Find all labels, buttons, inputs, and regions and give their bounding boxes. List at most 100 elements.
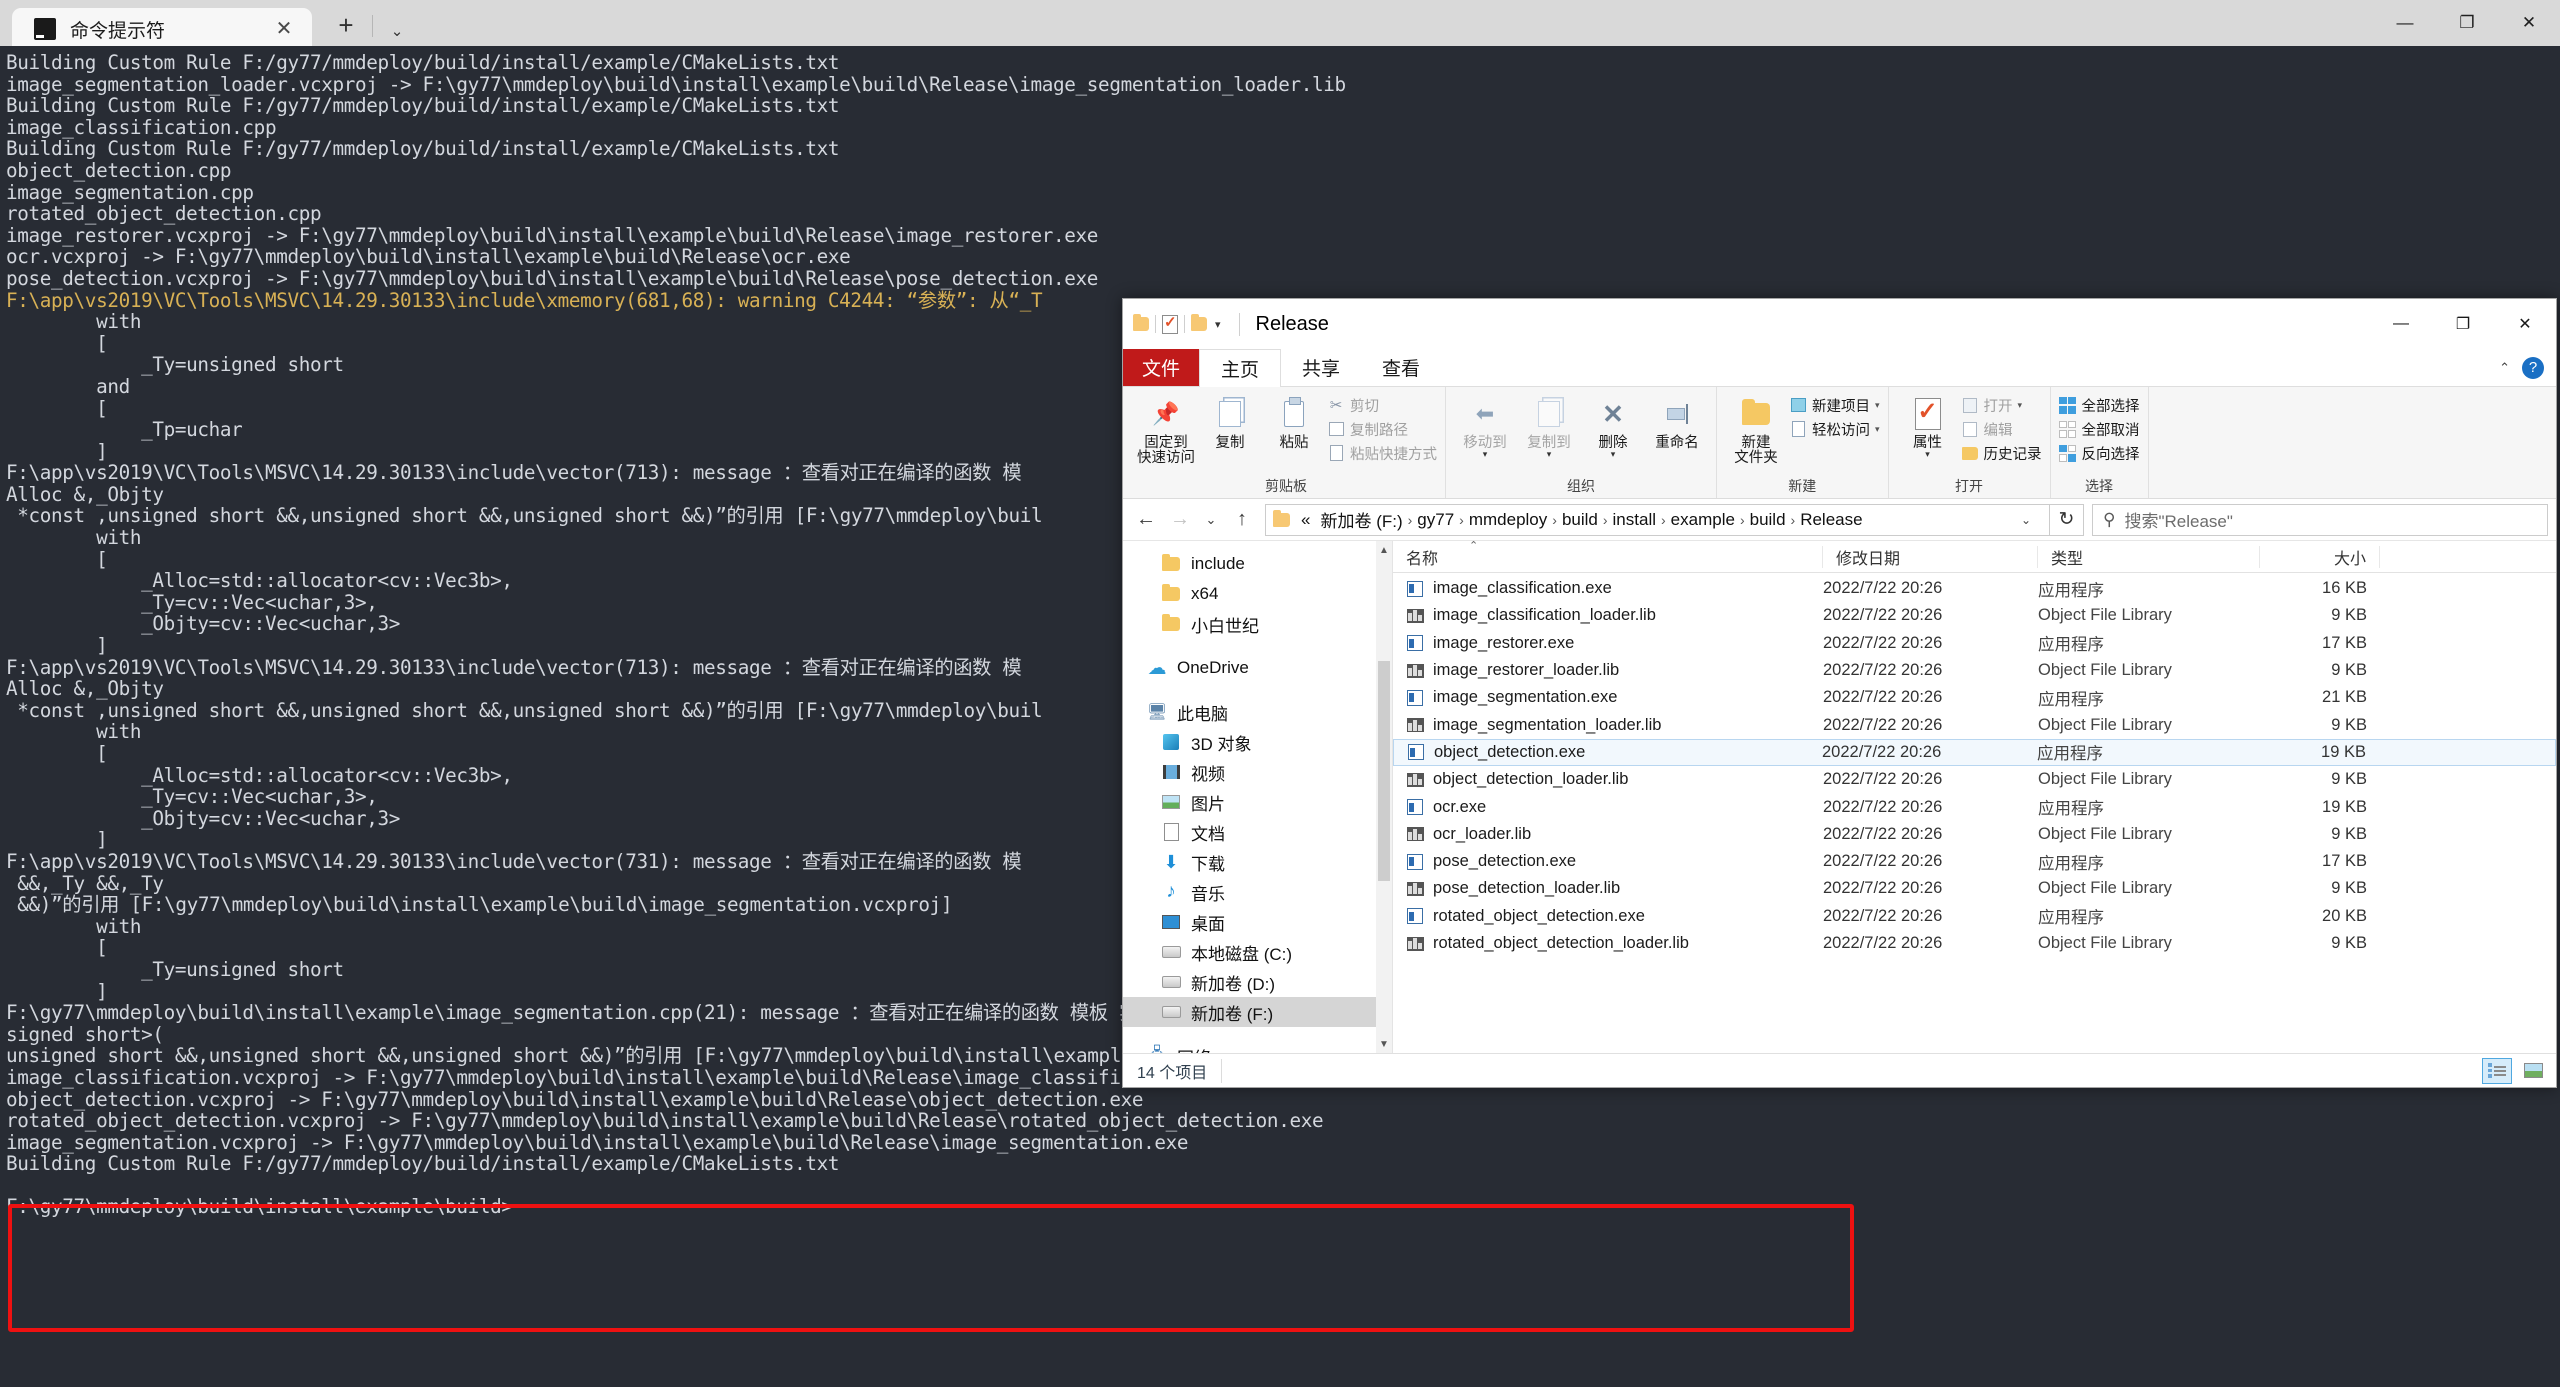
ribbon-button-属性[interactable]: 属性▾ — [1897, 392, 1959, 459]
ribbon-button-新建文件夹[interactable]: 新建 文件夹 — [1725, 392, 1787, 466]
search-input[interactable]: ⚲ 搜索"Release" — [2092, 503, 2548, 536]
ribbon-button-移动到[interactable]: ⬅ 移动到 ▾ — [1454, 392, 1516, 459]
breadcrumb-item-build[interactable]: build — [1746, 510, 1790, 530]
file-row[interactable]: image_segmentation_loader.lib 2022/7/22 2… — [1393, 711, 2556, 738]
file-row[interactable]: ocr.exe 2022/7/22 20:26 应用程序 19 KB — [1393, 793, 2556, 820]
column-header-大小[interactable]: 大小 — [2260, 545, 2380, 568]
close-icon[interactable]: ✕ — [2494, 299, 2556, 349]
sidebar-item-OneDrive[interactable]: ☁ OneDrive — [1123, 653, 1392, 683]
chevron-down-icon[interactable]: ▾ — [1463, 450, 1507, 459]
ribbon-tab-查看[interactable]: 查看 — [1361, 349, 1441, 386]
breadcrumb-item-Release[interactable]: Release — [1796, 510, 1866, 530]
file-row[interactable]: ocr_loader.lib 2022/7/22 20:26 Object File… — [1393, 821, 2556, 848]
file-row[interactable]: pose_detection.exe 2022/7/22 20:26 应用程序 17 … — [1393, 848, 2556, 875]
ribbon-button-剪切[interactable]: ✂ 剪切 — [1327, 394, 1437, 416]
ribbon-button-复制路径[interactable]: 复制路径 — [1327, 418, 1437, 440]
ribbon-button-轻松访问[interactable]: 轻松访问 ▾ — [1789, 418, 1880, 440]
ribbon-button-反向选择[interactable]: 反向选择 — [2059, 442, 2140, 464]
chevron-down-icon[interactable]: ▾ — [1913, 450, 1942, 459]
file-row[interactable]: image_restorer_loader.lib 2022/7/22 20:26… — [1393, 657, 2556, 684]
minimize-icon[interactable]: — — [2374, 0, 2436, 46]
plus-icon[interactable]: + — [326, 10, 366, 41]
ribbon-button-重命名[interactable]: 重命名 — [1646, 392, 1708, 451]
chevron-down-icon[interactable]: ▾ — [1875, 400, 1880, 411]
ribbon-tab-主页[interactable]: 主页 — [1199, 349, 1282, 387]
file-row[interactable]: image_classification_loader.lib 2022/7/22… — [1393, 602, 2556, 629]
navigation-scrollbar[interactable]: ▲ ▼ — [1376, 541, 1392, 1053]
maximize-icon[interactable]: ❐ — [2436, 0, 2498, 46]
sidebar-item-本地磁盘 (C:)[interactable]: 本地磁盘 (C:) — [1123, 937, 1392, 967]
breadcrumb-item-example[interactable]: example — [1667, 510, 1739, 530]
arrow-up-icon[interactable]: ↑ — [1225, 503, 1259, 537]
file-row[interactable]: pose_detection_loader.lib 2022/7/22 20:26… — [1393, 875, 2556, 902]
minimize-icon[interactable]: — — [2370, 299, 2432, 349]
sidebar-item-图片[interactable]: 图片 — [1123, 787, 1392, 817]
breadcrumb-item-build[interactable]: build — [1558, 510, 1602, 530]
maximize-icon[interactable]: ❐ — [2432, 299, 2494, 349]
arrow-right-icon[interactable]: → — [1163, 503, 1197, 537]
column-header-类型[interactable]: 类型 — [2038, 545, 2260, 568]
ribbon-button-复制到[interactable]: 复制到 ▾ — [1518, 392, 1580, 459]
ribbon-button-复制[interactable]: 复制 — [1199, 392, 1261, 451]
file-row[interactable]: object_detection_loader.lib 2022/7/22 20:… — [1393, 766, 2556, 793]
properties-icon[interactable] — [1162, 313, 1178, 334]
help-icon[interactable]: ? — [2522, 356, 2544, 379]
file-row[interactable]: object_detection.exe 2022/7/22 20:26 应用程序 1… — [1393, 738, 2556, 767]
breadcrumb-item-新加卷 (F:)[interactable]: 新加卷 (F:) — [1316, 507, 1406, 532]
sidebar-item-音乐[interactable]: ♪ 音乐 — [1123, 877, 1392, 907]
close-icon[interactable]: ✕ — [2498, 0, 2560, 46]
sidebar-item-文档[interactable]: 文档 — [1123, 817, 1392, 847]
terminal-prompt[interactable]: F:\gy77\mmdeploy\build\install\example\b… — [6, 1196, 2560, 1218]
ribbon-button-粘贴[interactable]: 粘贴 — [1263, 392, 1325, 451]
ribbon-tab-共享[interactable]: 共享 — [1281, 349, 1361, 386]
ribbon-button-打开[interactable]: 打开 ▾ — [1961, 394, 2042, 416]
breadcrumb[interactable]: « 新加卷 (F:) › gy77 › mmdeploy › build › install › e… — [1265, 503, 2050, 536]
file-row[interactable]: rotated_object_detection_loader.lib 2022/… — [1393, 930, 2556, 957]
sidebar-item-桌面[interactable]: 桌面 — [1123, 907, 1392, 937]
folder-icon[interactable] — [1133, 314, 1149, 331]
sidebar-item-新加卷 (F:)[interactable]: 新加卷 (F:) — [1123, 997, 1392, 1027]
breadcrumb-item-mmdeploy[interactable]: mmdeploy — [1465, 510, 1551, 530]
refresh-icon[interactable]: ↻ — [2050, 503, 2084, 536]
file-row[interactable]: image_classification.exe 2022/7/22 20:26 应… — [1393, 575, 2556, 602]
details-view-button[interactable] — [2482, 1057, 2512, 1084]
sidebar-item-小白世纪[interactable]: 小白世纪 — [1123, 609, 1392, 639]
scroll-down-icon[interactable]: ▼ — [1376, 1035, 1392, 1053]
ribbon-button-历史记录[interactable]: 历史记录 — [1961, 442, 2042, 464]
chevron-down-icon[interactable]: ⌄ — [379, 22, 415, 40]
chevron-up-icon[interactable]: ⌃ — [2499, 360, 2510, 376]
file-row[interactable]: image_restorer.exe 2022/7/22 20:26 应用程序 17 … — [1393, 630, 2556, 657]
sidebar-item-x64[interactable]: x64 — [1123, 579, 1392, 609]
chevron-down-icon[interactable]: ▾ — [1527, 450, 1571, 459]
sidebar-item-include[interactable]: include — [1123, 549, 1392, 579]
thumbnail-view-button[interactable] — [2518, 1058, 2548, 1084]
file-row[interactable]: rotated_object_detection.exe 2022/7/22 20… — [1393, 903, 2556, 930]
breadcrumb-item-install[interactable]: install — [1609, 510, 1660, 530]
ribbon-tab-文件[interactable]: 文件 — [1123, 349, 1200, 386]
ribbon-button-新建项目[interactable]: 新建项目 ▾ — [1789, 394, 1880, 416]
column-header-名称[interactable]: 名称 — [1393, 545, 1823, 568]
scroll-up-icon[interactable]: ▲ — [1376, 541, 1392, 559]
breadcrumb-item-gy77[interactable]: gy77 — [1413, 510, 1458, 530]
chevron-down-icon[interactable]: ⌄ — [1197, 503, 1225, 537]
chevron-down-icon[interactable]: ▾ — [1599, 450, 1628, 459]
sidebar-item-下载[interactable]: ⬇ 下载 — [1123, 847, 1392, 877]
terminal-tab-command-prompt[interactable]: 命令提示符 ✕ — [12, 8, 312, 50]
file-row[interactable]: image_segmentation.exe 2022/7/22 20:26 应用程… — [1393, 684, 2556, 711]
chevron-down-icon[interactable]: ⌄ — [2021, 513, 2035, 527]
ribbon-button-删除[interactable]: ✕ 删除 ▾ — [1582, 392, 1644, 459]
ribbon-button-固定到快速访问[interactable]: 📌 固定到 快速访问 — [1135, 392, 1197, 466]
chevron-down-icon[interactable]: ▾ — [1215, 318, 1221, 331]
scrollbar-thumb[interactable] — [1378, 661, 1390, 881]
chevron-down-icon[interactable]: ▾ — [2018, 400, 2023, 411]
arrow-left-icon[interactable]: ← — [1129, 503, 1163, 537]
sidebar-item-新加卷 (D:)[interactable]: 新加卷 (D:) — [1123, 967, 1392, 997]
chevron-down-icon[interactable]: ▾ — [1875, 424, 1880, 435]
column-header-修改日期[interactable]: 修改日期 — [1823, 545, 2038, 568]
close-icon[interactable]: ✕ — [270, 19, 298, 39]
ribbon-button-全部取消[interactable]: 全部取消 — [2059, 418, 2140, 440]
sidebar-item-视频[interactable]: 视频 — [1123, 757, 1392, 787]
sidebar-item-网络[interactable]: 🖧 网络 — [1123, 1041, 1392, 1054]
ribbon-button-粘贴快捷方式[interactable]: 粘贴快捷方式 — [1327, 442, 1437, 464]
ribbon-button-全部选择[interactable]: 全部选择 — [2059, 394, 2140, 416]
